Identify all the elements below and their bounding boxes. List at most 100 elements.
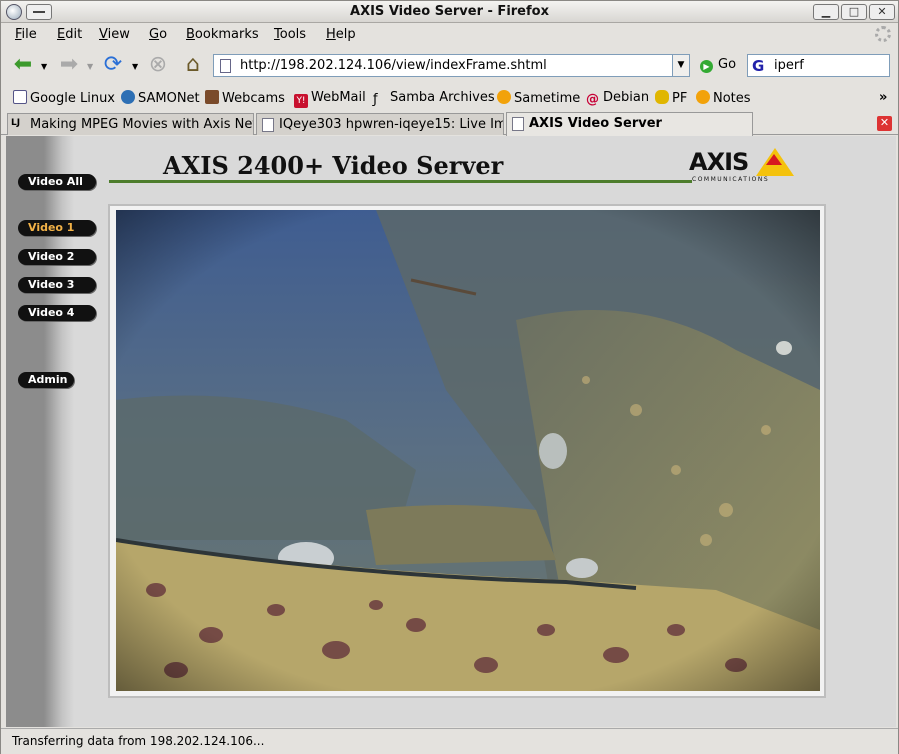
home-button[interactable]: ⌂ [179,51,207,79]
status-bar: Transferring data from 198.202.124.106..… [1,728,898,754]
tab-bar: LJ Making MPEG Movies with Axis Net... IQ… [1,111,898,136]
video-2-button[interactable]: Video 2 [18,249,96,265]
tab-iqeye[interactable]: IQeye303 hpwren-iqeye15: Live Im... [256,113,504,135]
stop-button[interactable]: ⊗ [144,51,172,79]
menu-bookmarks-mnemonic: B [186,27,195,42]
video-1-button[interactable]: Video 1 [18,220,96,236]
tab-axis-mpeg[interactable]: LJ Making MPEG Movies with Axis Net... [7,113,254,135]
bookmark-label: PF [672,91,688,106]
menu-go[interactable]: Go [149,27,167,42]
go-label: Go [718,57,737,72]
menu-edit-mnemonic: E [57,27,66,42]
search-value: iperf [774,58,804,73]
bookmark-label: Notes [713,91,751,106]
back-arrow-icon: ⬅ [13,52,33,77]
axis-logo-inner-triangle [766,154,782,165]
menu-view-mnemonic: V [99,27,108,42]
menu-bar: File Edit View Go Bookmarks Tools Help [1,24,898,46]
samonet-icon [121,90,135,104]
menu-edit-label: dit [65,27,83,42]
bookmark-samba-archives[interactable]: ƒ Samba Archives [373,90,495,107]
video-3-button[interactable]: Video 3 [18,277,96,293]
page-icon [512,117,524,131]
axis-logo-word: AXIS [689,148,749,176]
close-window-button[interactable]: ✕ [869,4,895,20]
bookmark-label: Samba Archives [390,90,495,105]
sametime-icon [497,90,511,104]
menu-view[interactable]: View [99,27,130,42]
menu-go-mnemonic: G [149,27,160,42]
forward-history-dropdown[interactable]: ▼ [87,62,93,71]
bookmark-pf[interactable]: PF [655,90,687,106]
bookmark-label: Sametime [514,91,581,106]
menu-bookmarks-label: ookmarks [194,27,259,42]
google-search-icon: G [752,57,765,75]
video-all-button[interactable]: Video All [18,174,96,190]
reload-dropdown[interactable]: ▼ [132,62,138,71]
throbber-icon [875,26,891,42]
tab-axis-video-server[interactable]: AXIS Video Server [506,112,753,136]
bookmark-webcams[interactable]: Webcams [205,90,285,106]
bookmark-label: SAMONet [138,91,200,106]
reload-icon: ⟳ [103,52,123,77]
bookmark-label: WebMail [311,90,366,105]
bookmark-notes[interactable]: Notes [696,90,751,106]
menu-help-label: elp [335,27,356,42]
live-video-image [116,210,820,691]
menu-file-label: ile [21,27,37,42]
menu-go-label: o [159,27,168,42]
page-icon [220,59,231,73]
page-icon [262,118,274,132]
window-title: AXIS Video Server - Firefox [350,4,549,19]
bookmark-samonet[interactable]: SAMONet [121,90,200,106]
lj-icon: LJ [11,118,21,128]
go-button[interactable]: ▶ Go [700,57,736,73]
minimize-button[interactable]: ▁ [813,4,839,20]
video-4-button[interactable]: Video 4 [18,305,96,321]
reload-button[interactable]: ⟳ [99,51,127,79]
samba-icon: ƒ [373,92,378,107]
back-history-dropdown[interactable]: ▼ [41,62,47,71]
forward-button[interactable]: ➡ [55,51,83,79]
bookmark-label: Debian [603,90,650,105]
menu-tools-label: ools [279,27,307,42]
menu-tools[interactable]: Tools [274,27,306,42]
url-text: http://198.202.124.106/view/indexFrame.s… [240,58,547,73]
admin-button[interactable]: Admin [18,372,74,388]
stop-icon: ⊗ [148,52,168,77]
bookmark-label: Google Linux [30,91,116,106]
menu-view-label: iew [107,27,130,42]
yahoo-icon: Y! [294,94,308,108]
bookmark-sametime[interactable]: Sametime [497,90,580,106]
menu-edit[interactable]: Edit [57,27,82,42]
search-input[interactable]: G iperf [747,54,890,77]
debian-swirl-icon: @ [586,92,599,107]
back-button[interactable]: ⬅ [9,51,37,79]
bookmark-debian[interactable]: @ Debian [586,90,649,107]
title-divider [109,180,692,183]
underwater-scene [116,210,820,691]
bookmark-webmail[interactable]: Y! WebMail [294,90,366,108]
menu-help-mnemonic: H [326,27,336,42]
bookmarks-overflow-chevron-icon[interactable]: » [879,90,887,105]
forward-arrow-icon: ➡ [59,52,79,77]
notes-icon [696,90,710,104]
page-content: Video All Video 1 Video 2 Video 3 Video … [6,136,896,727]
menu-file[interactable]: File [15,27,37,42]
maximize-button[interactable]: □ [841,4,867,20]
page-title: AXIS 2400+ Video Server [163,151,504,180]
menu-bookmarks[interactable]: Bookmarks [186,27,259,42]
webcams-icon [205,90,219,104]
tab-label: IQeye303 hpwren-iqeye15: Live Im... [279,117,504,132]
bookmark-google-linux[interactable]: Google Linux [13,90,115,106]
url-history-dropdown[interactable]: ▼ [672,54,690,77]
pufferfish-icon [655,90,669,104]
bookmark-label: Webcams [222,91,285,106]
bookmarks-toolbar: Google Linux SAMONet Webcams Y! WebMail ƒ… [1,85,898,111]
tab-label: Making MPEG Movies with Axis Net... [30,117,254,132]
axis-logo-subtitle: COMMUNICATIONS [692,176,770,183]
url-bar[interactable]: http://198.202.124.106/view/indexFrame.s… [213,54,674,77]
tab-label: AXIS Video Server [529,116,662,131]
close-tab-icon[interactable]: ✕ [877,116,892,131]
menu-help[interactable]: Help [326,27,356,42]
